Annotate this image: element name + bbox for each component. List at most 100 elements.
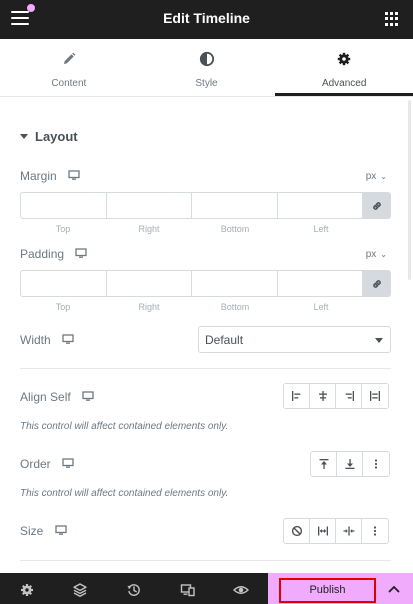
publish-button[interactable]: Publish xyxy=(279,578,376,603)
desktop-icon[interactable] xyxy=(68,170,80,181)
size-more-button[interactable] xyxy=(362,519,388,543)
margin-right-input[interactable] xyxy=(107,193,192,218)
align-self-control-label: Align Self xyxy=(20,390,94,404)
padding-right-input[interactable] xyxy=(107,271,192,296)
order-label: Order xyxy=(20,457,51,471)
grid-icon[interactable] xyxy=(385,12,399,26)
gear-icon[interactable] xyxy=(19,582,35,598)
chevron-up-icon[interactable] xyxy=(388,585,400,593)
order-note: This control will affect contained eleme… xyxy=(20,488,229,499)
compress-horizontal-icon xyxy=(343,526,354,536)
desktop-icon[interactable] xyxy=(82,391,94,402)
margin-control-label: Margin xyxy=(20,169,80,183)
padding-control-label: Padding xyxy=(20,247,88,261)
margin-unit: px xyxy=(365,171,377,182)
link-icon xyxy=(372,201,381,210)
ban-icon xyxy=(291,525,302,537)
half-circle-icon xyxy=(199,51,214,67)
order-last-button[interactable] xyxy=(337,452,363,476)
margin-unit-select[interactable]: px ⌄ xyxy=(366,171,387,182)
padding-dimensions xyxy=(20,270,391,297)
editor-header: Edit Timeline xyxy=(0,0,413,39)
order-control-label: Order xyxy=(20,457,74,471)
align-self-note: This control will affect contained eleme… xyxy=(20,421,229,432)
panel-title: Edit Timeline xyxy=(163,10,250,26)
divider xyxy=(20,560,391,561)
desktop-icon[interactable] xyxy=(62,334,74,345)
panel-scrollbar[interactable] xyxy=(408,100,411,280)
field-label: Right xyxy=(138,224,160,234)
field-label: Left xyxy=(313,302,329,312)
align-self-buttons xyxy=(283,383,389,409)
order-more-button[interactable] xyxy=(363,452,389,476)
more-vertical-icon xyxy=(373,526,377,536)
tab-content[interactable]: Content xyxy=(0,39,138,96)
align-start-button[interactable] xyxy=(284,384,310,408)
padding-unit-select[interactable]: px ⌄ xyxy=(366,249,387,260)
align-end-button[interactable] xyxy=(336,384,362,408)
field-label: Bottom xyxy=(220,224,250,234)
link-values-button[interactable] xyxy=(363,193,390,218)
field-label: Bottom xyxy=(220,302,250,312)
panel-tabs: Content Style Advanced xyxy=(0,39,413,97)
more-vertical-icon xyxy=(374,459,378,469)
size-shrink-button[interactable] xyxy=(336,519,362,543)
section-toggle-layout[interactable]: Layout xyxy=(20,129,78,144)
align-center-button[interactable] xyxy=(310,384,336,408)
padding-bottom-input[interactable] xyxy=(192,271,278,296)
align-center-icon xyxy=(318,391,327,401)
field-label: Top xyxy=(55,224,71,234)
layers-icon[interactable] xyxy=(72,582,88,598)
eye-icon[interactable] xyxy=(233,582,249,598)
responsive-icon[interactable] xyxy=(180,582,196,598)
padding-top-input[interactable] xyxy=(21,271,107,296)
expand-horizontal-icon xyxy=(317,526,328,536)
desktop-icon[interactable] xyxy=(62,458,74,469)
align-stretch-button[interactable] xyxy=(362,384,388,408)
tab-label: Advanced xyxy=(321,78,367,89)
divider xyxy=(20,368,391,369)
margin-left-input[interactable] xyxy=(278,193,363,218)
tab-style[interactable]: Style xyxy=(138,39,276,96)
arrow-up-to-line-icon xyxy=(319,459,328,469)
padding-label: Padding xyxy=(20,247,65,261)
size-control-label: Size xyxy=(20,524,67,538)
caret-down-icon xyxy=(375,338,383,343)
link-values-button[interactable] xyxy=(363,271,390,296)
width-control-label: Width xyxy=(20,333,74,347)
section-title: Layout xyxy=(35,129,78,144)
tab-label: Style xyxy=(195,78,218,89)
size-none-button[interactable] xyxy=(284,519,310,543)
align-start-icon xyxy=(291,391,300,401)
align-end-icon xyxy=(345,391,354,401)
tab-label: Content xyxy=(51,78,87,89)
order-buttons xyxy=(310,451,390,477)
pencil-icon xyxy=(63,52,76,64)
align-self-label: Align Self xyxy=(20,390,71,404)
chevron-down-icon: ⌄ xyxy=(380,250,387,259)
history-icon[interactable] xyxy=(126,582,142,598)
arrow-down-to-line-icon xyxy=(345,459,354,469)
width-select[interactable]: Default xyxy=(198,326,391,353)
desktop-icon[interactable] xyxy=(75,248,88,259)
margin-label: Margin xyxy=(20,169,57,183)
caret-down-icon xyxy=(20,134,28,140)
padding-left-input[interactable] xyxy=(278,271,363,296)
width-label: Width xyxy=(20,333,51,347)
field-label: Left xyxy=(313,224,329,234)
order-first-button[interactable] xyxy=(311,452,337,476)
size-buttons xyxy=(283,518,389,544)
size-label: Size xyxy=(20,524,44,538)
width-select-value: Default xyxy=(205,333,244,347)
chevron-down-icon: ⌄ xyxy=(380,172,387,181)
size-grow-button[interactable] xyxy=(310,519,336,543)
link-icon xyxy=(372,279,381,288)
margin-dimensions xyxy=(20,192,391,219)
desktop-icon[interactable] xyxy=(55,525,67,536)
margin-top-input[interactable] xyxy=(21,193,107,218)
field-label: Right xyxy=(138,302,160,312)
align-stretch-icon xyxy=(370,391,380,401)
margin-bottom-input[interactable] xyxy=(192,193,278,218)
tab-advanced[interactable]: Advanced xyxy=(275,39,413,96)
padding-field-labels: Top Right Bottom Left xyxy=(20,302,364,312)
